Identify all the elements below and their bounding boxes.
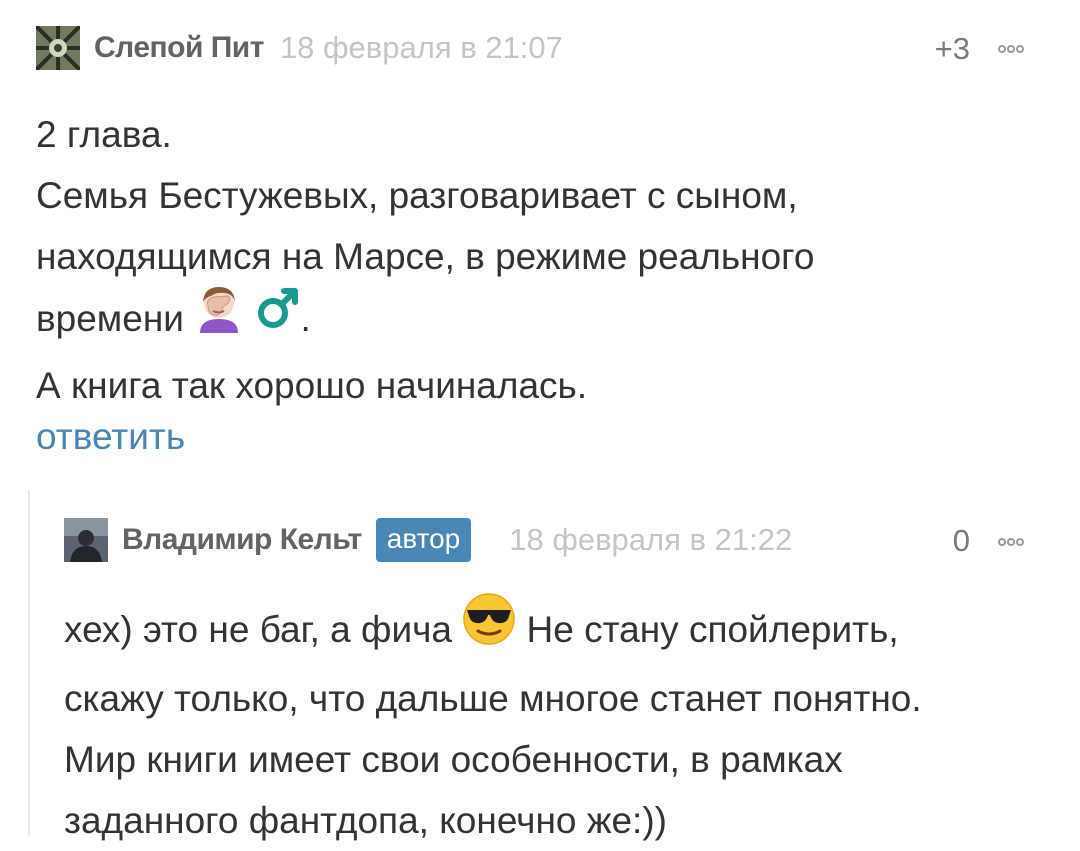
- comment-line: находящимся на Марсе, в режиме реального: [36, 236, 815, 277]
- comment-header: Слепой Пит 18 февраля в 21:07: [36, 26, 563, 70]
- author-badge: автор: [375, 518, 472, 562]
- comment-date[interactable]: 18 февраля в 21:07: [280, 30, 563, 66]
- comment-body: хех) это не баг, а фича Не стану спойлер…: [64, 593, 1064, 851]
- thread-indent-line: [28, 490, 30, 836]
- author-name[interactable]: Владимир Кельт: [122, 523, 362, 557]
- male-sign-icon: [255, 285, 301, 349]
- comment-rating: 0: [952, 523, 970, 558]
- comment-line: времени .: [36, 287, 1046, 355]
- comment-date[interactable]: 18 февраля в 21:22: [509, 522, 792, 558]
- woman-facepalming-icon: [194, 283, 244, 351]
- smiling-face-with-sunglasses-icon: [462, 592, 516, 664]
- comment-rating: +3: [934, 31, 970, 66]
- comment-line: скажу только, что дальше многое станет п…: [64, 678, 922, 719]
- comment-line: Семья Бестужевых, разговаривает с сыном,: [36, 175, 798, 216]
- comment-line: заданного фантдопа, конечно же:)): [64, 800, 667, 841]
- comment-line-text: времени: [36, 297, 184, 339]
- comment-header: Владимир Кельт автор 18 февраля в 21:22: [64, 518, 792, 562]
- comment-line-text: Не стану спойлерить,: [526, 608, 899, 650]
- more-options-icon[interactable]: [998, 533, 1038, 549]
- reply-link[interactable]: ответить: [36, 411, 185, 463]
- comment-line: А книга так хорошо начиналась.: [36, 365, 588, 406]
- comment-line-suffix: .: [300, 297, 311, 339]
- comment-line: 2 глава.: [36, 114, 172, 155]
- comment-body: 2 глава. Семья Бестужевых, разговаривает…: [36, 104, 1046, 416]
- avatar[interactable]: [36, 26, 80, 70]
- author-name[interactable]: Слепой Пит: [94, 31, 264, 65]
- comment-line-text: хех) это не баг, а фича: [64, 608, 452, 650]
- comment-line: Мир книги имеет свои особенности, в рамк…: [64, 739, 843, 780]
- avatar[interactable]: [64, 518, 108, 562]
- more-options-icon[interactable]: [998, 40, 1038, 56]
- comment-line: хех) это не баг, а фича Не стану спойлер…: [64, 593, 1064, 668]
